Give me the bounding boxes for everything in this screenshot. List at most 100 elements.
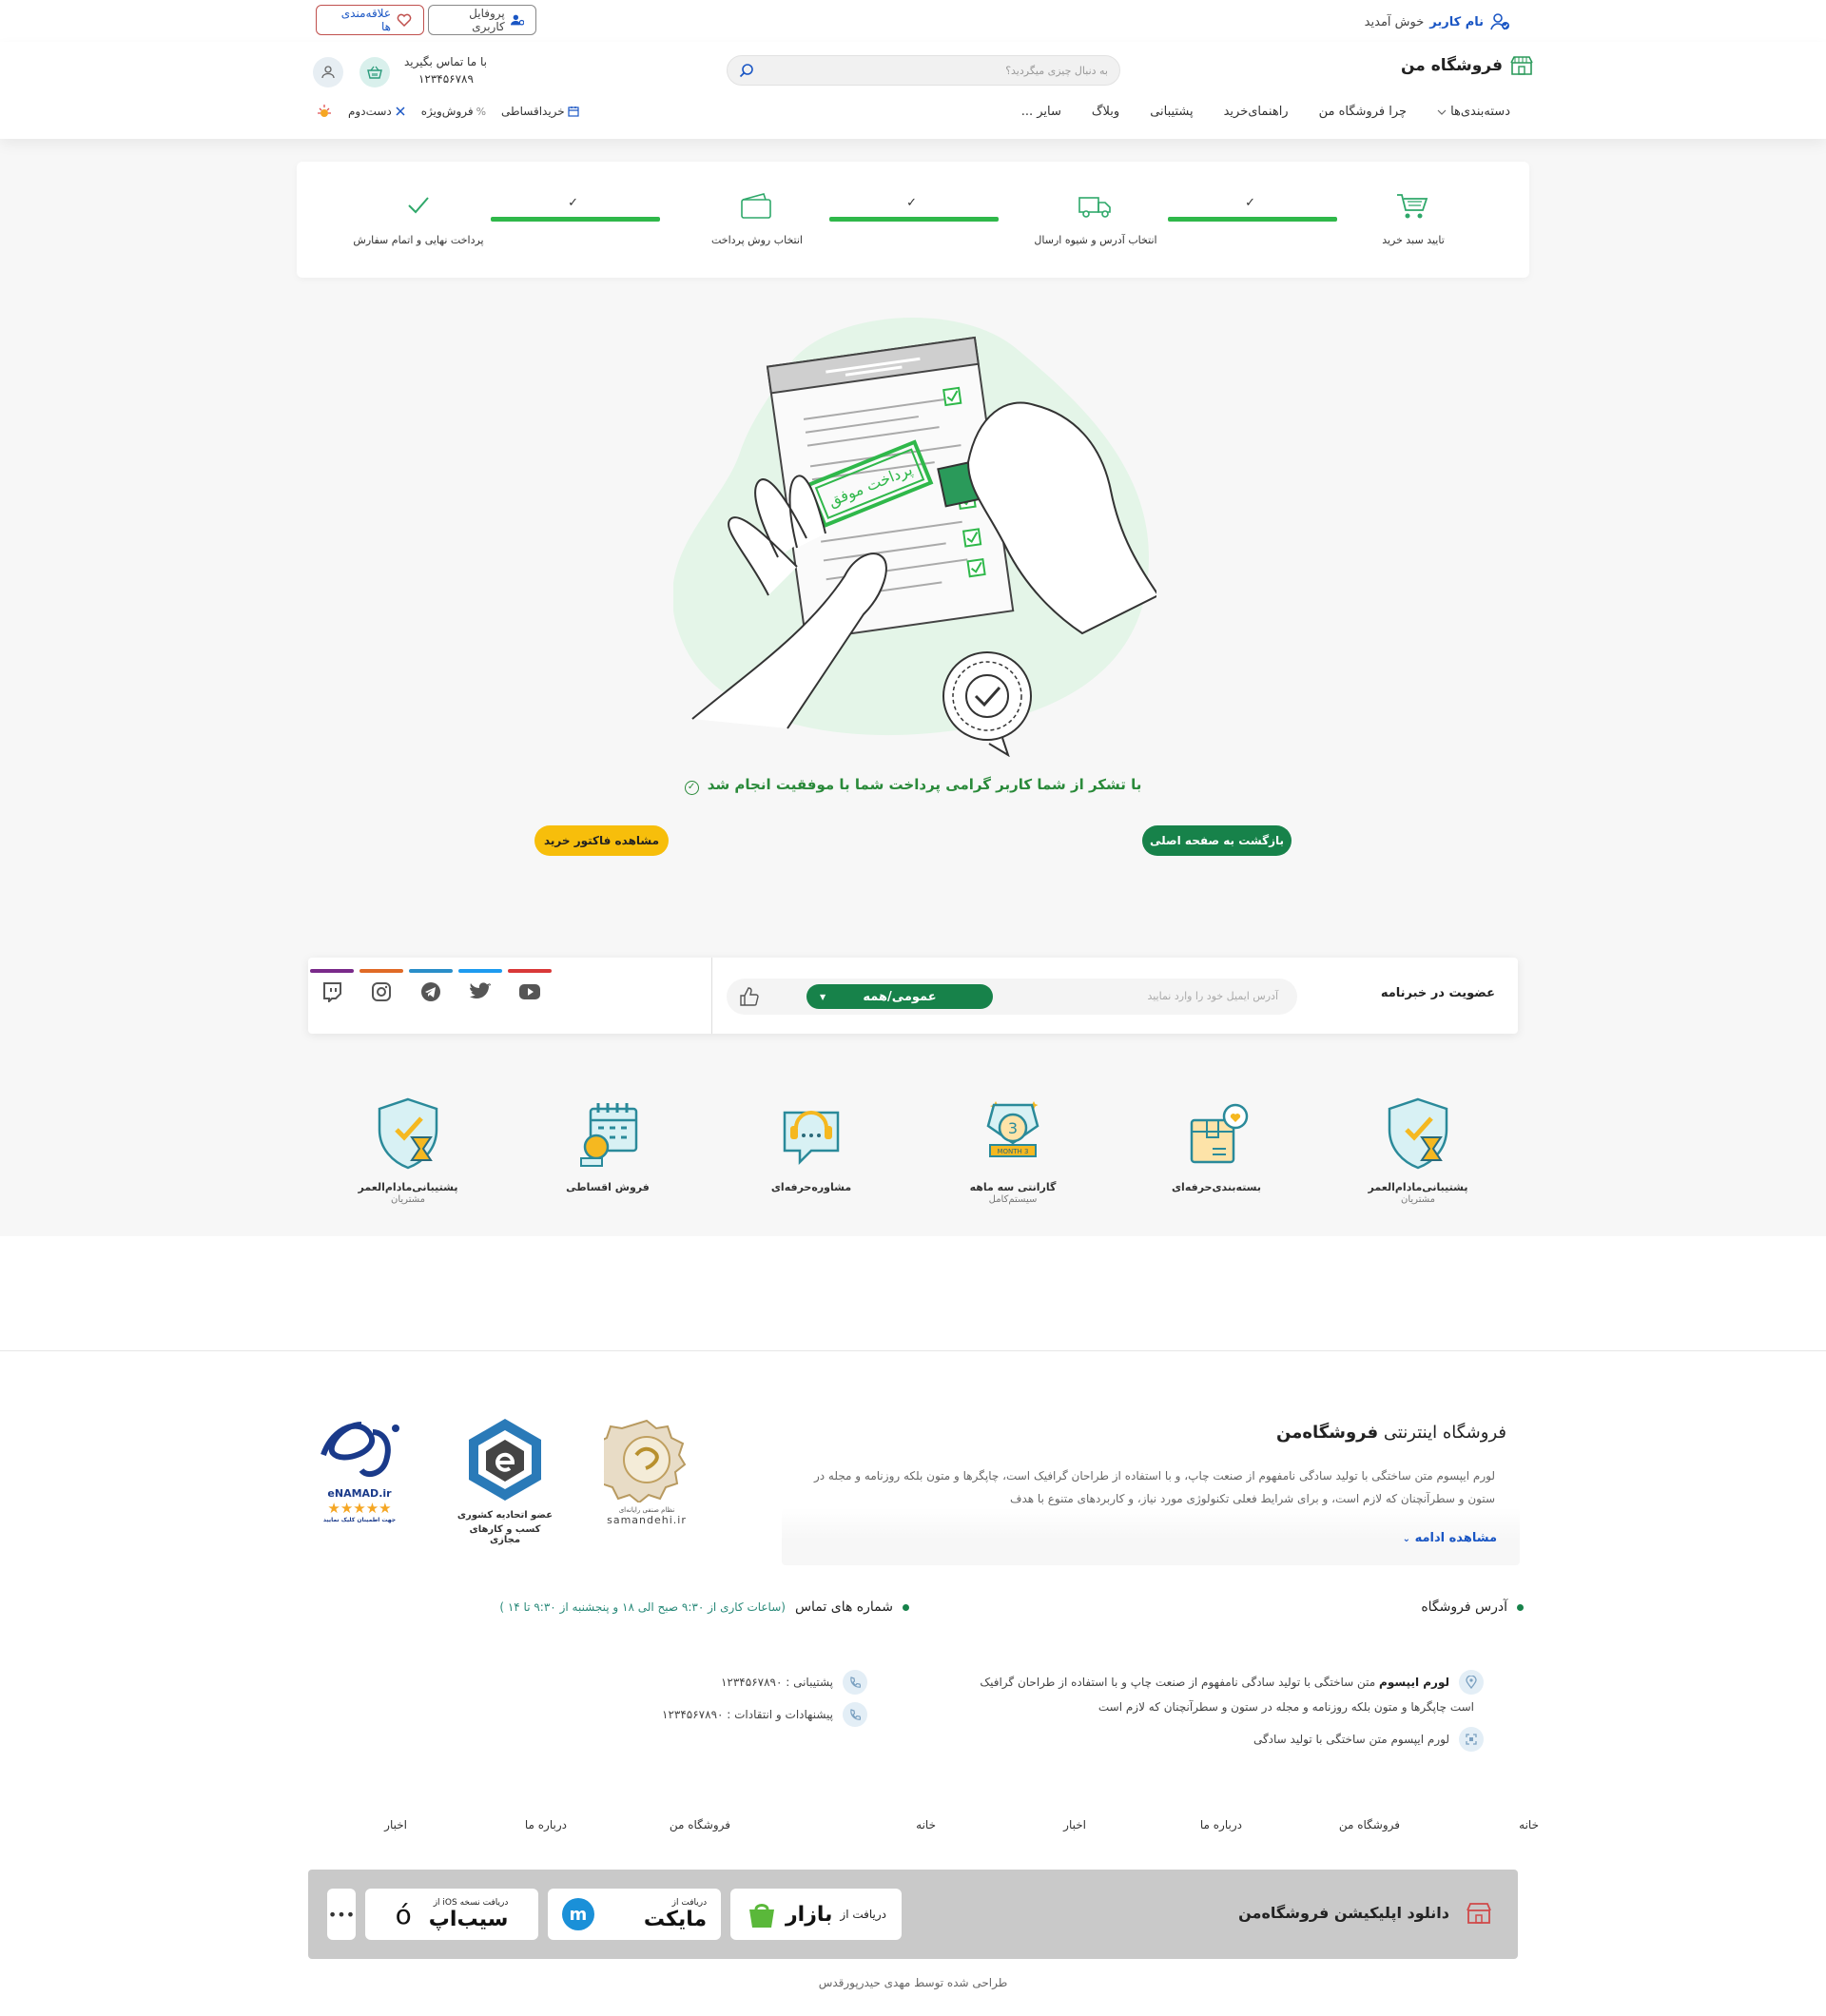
- address-block: لورم ایپسوم متن ساختگی با تولید سادگی نا…: [875, 1670, 1484, 1752]
- bazaar-prefix: دریافت از: [840, 1908, 887, 1921]
- search-input[interactable]: به دنبال چیزی میگردید؟: [1005, 65, 1108, 77]
- samandehi-caption: samandehi.ir: [607, 1514, 687, 1526]
- tools-icon: [396, 107, 405, 116]
- feature-label: فروش اقساطی: [566, 1181, 650, 1193]
- myket-logo-icon: m: [561, 1898, 594, 1930]
- nav-special-sale-label: فروش‌ویژه: [420, 105, 474, 118]
- search-icon[interactable]: [739, 63, 754, 78]
- thumbs-up-icon[interactable]: [738, 986, 759, 1007]
- footer-link-store-2[interactable]: فروشگاه من: [670, 1818, 730, 1832]
- feature-consulting: مشاوره‌حرفه‌ای: [749, 1095, 873, 1194]
- newsletter-email-input[interactable]: آدرس ایمیل خود را وارد نمایید: [1147, 990, 1278, 1002]
- warranty-badge-icon: 3 3 MONTH: [986, 1101, 1039, 1157]
- nav-special-sale[interactable]: % فروش‌ویژه: [421, 103, 486, 120]
- site-logo[interactable]: فروشگاه من: [1401, 55, 1533, 76]
- newsletter-category-select[interactable]: عمومی/همه ▼: [806, 984, 993, 1009]
- truck-step-icon: [1078, 197, 1111, 218]
- package-heart-icon: [1190, 1103, 1249, 1164]
- percent-icon: %: [476, 105, 487, 118]
- enamad-logo-icon: [321, 1422, 399, 1478]
- nav-support[interactable]: پشتیبانی: [1150, 105, 1193, 119]
- shield-hourglass-icon: [1388, 1097, 1448, 1170]
- social-bar: [359, 969, 403, 973]
- nav-installments[interactable]: خریداقساطی: [501, 103, 579, 120]
- footer-link-store[interactable]: فروشگاه من: [1339, 1818, 1400, 1832]
- secondary-nav: دست‌دوم % فروش‌ویژه خریداقساطی: [316, 103, 579, 120]
- footer-link-home[interactable]: خانه: [1519, 1818, 1539, 1832]
- myket-prefix: دریافت از: [671, 1897, 708, 1908]
- username[interactable]: نام کاربر: [1429, 15, 1484, 29]
- more-apps-button[interactable]: •••: [327, 1889, 356, 1940]
- phones-title-text: شماره های تماس: [794, 1599, 893, 1615]
- nav-blog[interactable]: وبلاگ: [1092, 105, 1119, 119]
- heart-icon: [397, 13, 412, 27]
- nav-categories[interactable]: دسته‌بندی‌ها: [1437, 105, 1510, 119]
- address-title: آدرس فروشگاه: [1421, 1599, 1524, 1615]
- support-phone: پشتیبانی : ۱۲۳۴۵۶۷۸۹۰: [720, 1676, 833, 1689]
- check-circle-icon: ✓: [684, 781, 699, 795]
- read-more-link[interactable]: مشاهده ادامه ⌄: [1403, 1531, 1497, 1545]
- wallet-step-icon: [741, 193, 771, 219]
- samandehi-badge[interactable]: نظام صنفی رایانه‌ای samandehi.ir: [592, 1417, 694, 1526]
- user-gear-icon: [510, 14, 524, 26]
- instagram-icon: [372, 982, 391, 1001]
- twitch-link[interactable]: [310, 969, 354, 1003]
- bullet-dot: [903, 1603, 909, 1611]
- logo-text: فروشگاه من: [1400, 56, 1503, 75]
- etehadie-badge[interactable]: عضو اتحادیه کشوری کسب و کارهای مجازی: [453, 1417, 557, 1545]
- phones-title: شماره های تماس (ساعات کاری از ۹:۳۰ صبح ا…: [499, 1599, 909, 1615]
- location-pin-icon: [1459, 1670, 1484, 1695]
- instagram-link[interactable]: [359, 969, 403, 1003]
- theme-toggle-icon[interactable]: [316, 103, 333, 120]
- nav-more[interactable]: سایر ...: [1021, 105, 1061, 119]
- contact-phone[interactable]: ۱۲۳۴۵۶۷۸۹: [404, 70, 474, 87]
- feedback-phone-row[interactable]: پیشنهادات و انتقادات : ۱۲۳۴۵۶۷۸۹۰: [662, 1702, 867, 1727]
- footer-link-about[interactable]: درباره ما: [1200, 1818, 1242, 1832]
- myket-name: مایکت: [643, 1907, 708, 1931]
- footer-link-news[interactable]: اخبار: [1063, 1818, 1086, 1832]
- account-button[interactable]: [313, 57, 343, 87]
- social-bar: [409, 969, 453, 973]
- footer-link-home-2[interactable]: خانه: [916, 1818, 936, 1832]
- enamad-badge[interactable]: eNAMAD.ir ★★★★★ جهت اطمینان کلیک نمایید: [312, 1417, 407, 1523]
- back-home-button[interactable]: بازگشت به صفحه اصلی: [1142, 825, 1292, 856]
- top-bar: [0, 0, 1826, 42]
- feature-installments: فروش اقساطی: [546, 1095, 670, 1194]
- bazaar-bag-icon: [749, 1904, 774, 1928]
- store-description: لورم ایپسوم متن ساختگی با تولید سادگی نا…: [813, 1469, 1495, 1505]
- profile-button[interactable]: پروفایل کاربری: [428, 5, 536, 35]
- search-bar[interactable]: به دنبال چیزی میگردید؟: [727, 55, 1120, 86]
- view-invoice-button[interactable]: مشاهده فاکتور خرید: [534, 825, 669, 856]
- myket-download-button[interactable]: دریافت از مایکت m: [548, 1889, 721, 1940]
- nav-buying-guide[interactable]: راهنمای‌خرید: [1224, 105, 1289, 119]
- phone-icon: [843, 1670, 867, 1695]
- check-step-icon: [408, 197, 429, 214]
- feature-lifetime-support: پشتیبانی‌مادام‌العمر مشتریان: [1356, 1095, 1480, 1206]
- support-phone-row[interactable]: پشتیبانی : ۱۲۳۴۵۶۷۸۹۰: [721, 1670, 867, 1695]
- sibapp-text: دریافت نسخه iOS از سیب‌اپ: [429, 1898, 509, 1931]
- cart-button[interactable]: [359, 57, 390, 87]
- favorites-button[interactable]: علاقه‌مندی ها: [316, 5, 424, 35]
- app-download-bar: دانلود اپلیکیشن فروشگاه‌من دریافت از باز…: [308, 1870, 1518, 1959]
- telegram-link[interactable]: [409, 969, 453, 1003]
- check-icon: ✓: [1245, 196, 1255, 210]
- nav-used[interactable]: دست‌دوم: [348, 103, 406, 120]
- footer-link-news-2[interactable]: اخبار: [384, 1818, 407, 1832]
- feature-label: پشتیبانی‌مادام‌العمر: [358, 1181, 458, 1193]
- myket-text: دریافت از مایکت: [644, 1898, 707, 1931]
- store-title-bold: فروشگاه‌من: [1276, 1423, 1379, 1443]
- warranty-number: 3: [1008, 1119, 1018, 1137]
- bazaar-download-button[interactable]: دریافت از بازار: [730, 1889, 902, 1940]
- footer-link-about-2[interactable]: درباره ما: [525, 1818, 567, 1832]
- nav-categories-label: دسته‌بندی‌ها: [1450, 105, 1510, 119]
- caret-down-icon: ▼: [820, 992, 826, 1001]
- address-row-2: لورم ایپسوم متن ساختگی با تولید سادگی: [875, 1727, 1484, 1752]
- sibapp-download-button[interactable]: دریافت نسخه iOS از سیب‌اپ ó: [365, 1889, 538, 1940]
- nav-why-us[interactable]: چرا فروشگاه من: [1319, 105, 1407, 119]
- cart-step-icon: [1397, 194, 1428, 219]
- twitter-link[interactable]: [458, 969, 502, 1003]
- step-progress-bar: [1168, 217, 1337, 222]
- youtube-link[interactable]: [508, 969, 552, 1003]
- step-progress-bar: [491, 217, 660, 222]
- samandehi-top: نظام صنفی رایانه‌ای: [618, 1506, 675, 1514]
